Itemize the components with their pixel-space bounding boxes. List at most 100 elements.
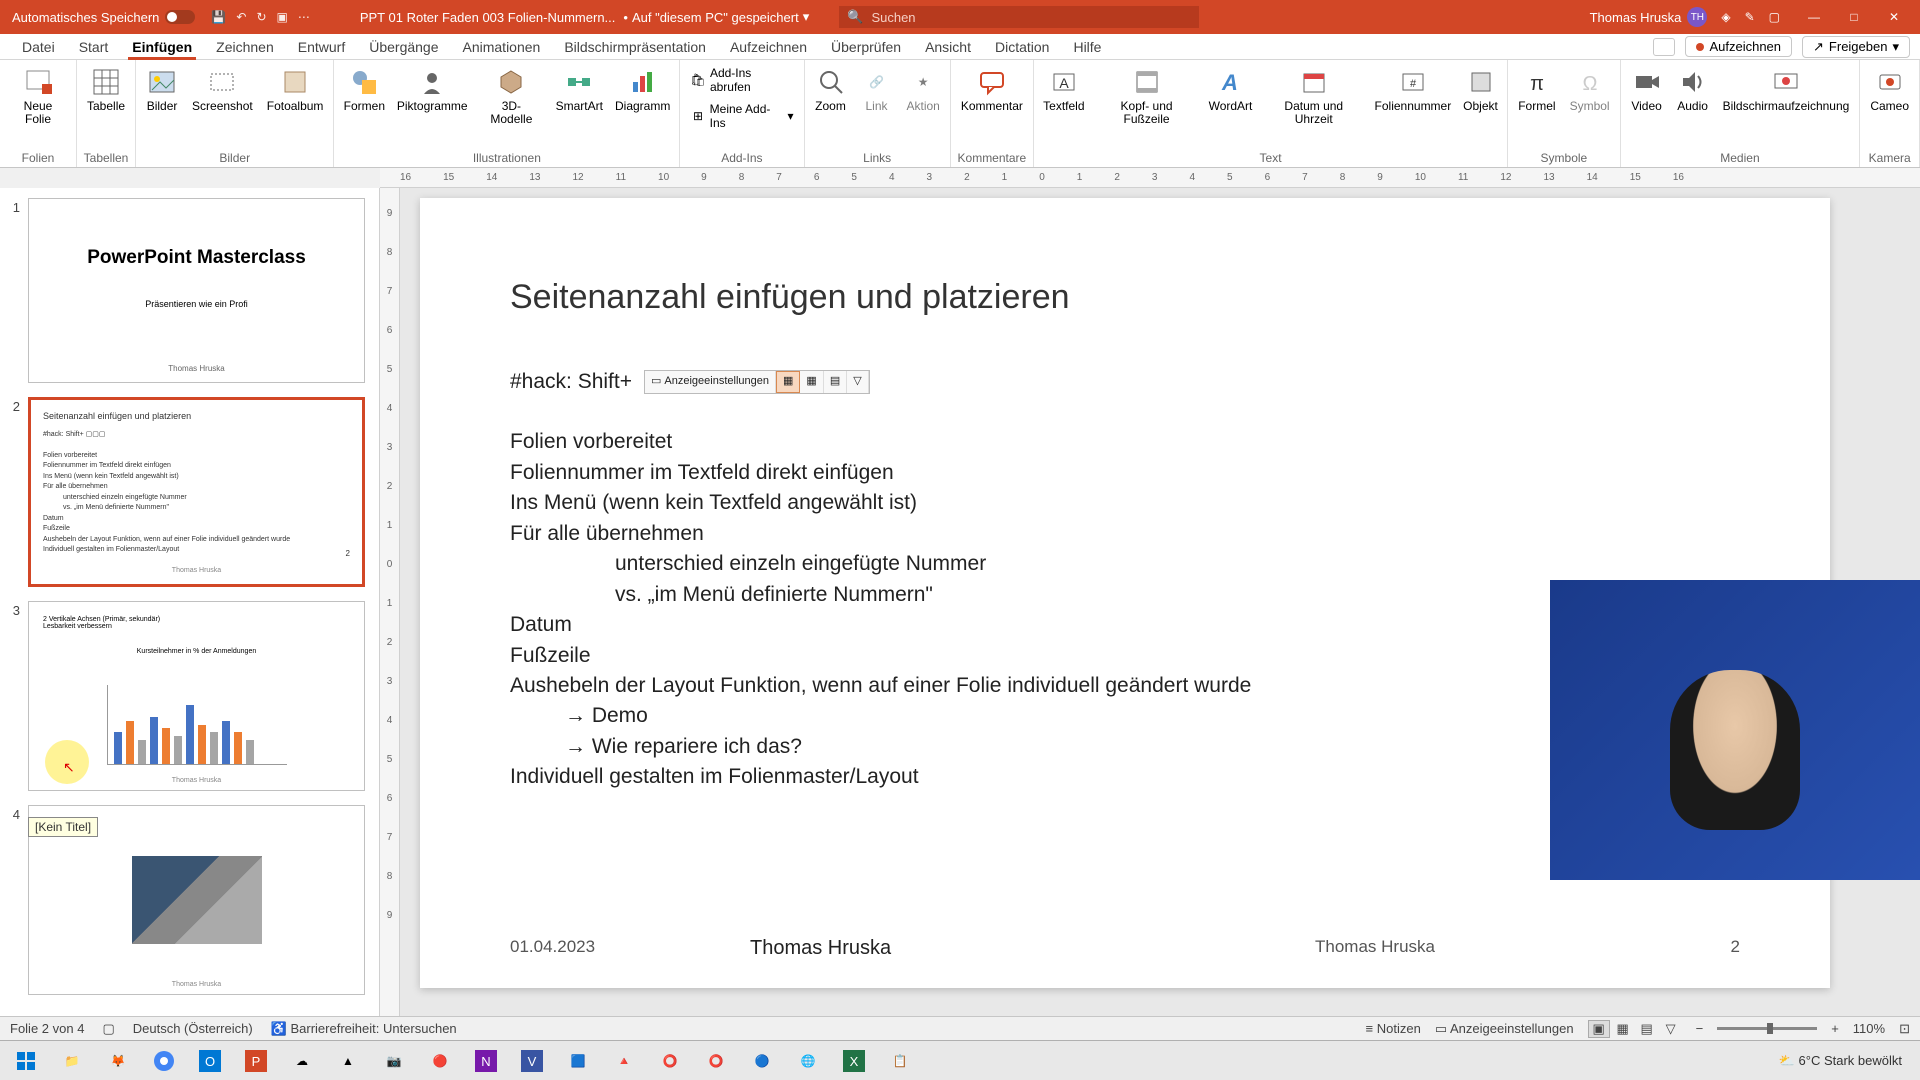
slide-thumbnails-panel[interactable]: 1 PowerPoint Masterclass Präsentieren wi… [0, 188, 380, 1016]
tab-dictation[interactable]: Dictation [983, 34, 1061, 60]
accessibility-status[interactable]: ♿ Barrierefreiheit: Untersuchen [271, 1021, 457, 1037]
formen-button[interactable]: Formen [340, 64, 388, 115]
slideshow-view-button[interactable]: ▽ [1660, 1020, 1682, 1038]
mt-view1-button[interactable]: ▦ [776, 371, 800, 393]
diagramm-button[interactable]: Diagramm [612, 64, 673, 115]
kommentar-button[interactable]: Kommentar [957, 64, 1027, 115]
app9-icon[interactable]: 📋 [880, 1044, 920, 1078]
objekt-button[interactable]: Objekt [1460, 64, 1501, 115]
taskbar[interactable]: 📁 🦊 O P ☁ ▲ 📷 🔴 N V 🟦 🔺 ⭕ ⭕ 🔵 🌐 X 📋 ⛅ 6°… [0, 1040, 1920, 1080]
reading-view-button[interactable]: ▤ [1636, 1020, 1658, 1038]
tab-datei[interactable]: Datei [10, 34, 67, 60]
app3-icon[interactable]: 🔴 [420, 1044, 460, 1078]
window-mode-icon[interactable]: ▢ [1769, 10, 1780, 24]
app2-icon[interactable]: 📷 [374, 1044, 414, 1078]
bildschirmaufzeichnung-button[interactable]: Bildschirmaufzeichnung [1719, 64, 1854, 115]
diamond-icon[interactable]: ◈ [1721, 10, 1730, 24]
outlook-icon[interactable]: O [190, 1044, 230, 1078]
notes-button[interactable]: ≡ Notizen [1366, 1021, 1421, 1036]
foliennummer-button[interactable]: #Foliennummer [1372, 64, 1454, 115]
mt-view2-button[interactable]: ▦ [800, 371, 823, 393]
cameo-button[interactable]: Cameo [1866, 64, 1913, 115]
redo-icon[interactable]: ↻ [256, 10, 266, 24]
mt-anzeige-button[interactable]: ▭Anzeigeeinstellungen [645, 371, 776, 393]
screenshot-button[interactable]: Screenshot [188, 64, 257, 115]
tab-aufzeichnen[interactable]: Aufzeichnen [718, 34, 819, 60]
accessibility-icon[interactable]: ▢ [102, 1021, 114, 1037]
weather-widget[interactable]: ⛅ 6°C Stark bewölkt [1779, 1053, 1902, 1069]
app6-icon[interactable]: ⭕ [650, 1044, 690, 1078]
zoom-in-button[interactable]: + [1831, 1021, 1839, 1036]
mt-view4-button[interactable]: ▽ [847, 371, 868, 393]
edge-icon[interactable]: 🌐 [788, 1044, 828, 1078]
slide-title[interactable]: Seitenanzahl einfügen und platzieren [510, 278, 1740, 317]
more-icon[interactable]: ⋯ [298, 10, 310, 24]
language-status[interactable]: Deutsch (Österreich) [133, 1021, 253, 1036]
app5-icon[interactable]: 🔺 [604, 1044, 644, 1078]
chrome-icon[interactable] [144, 1044, 184, 1078]
bilder-button[interactable]: Bilder [142, 64, 182, 115]
comments-icon[interactable] [1653, 38, 1675, 56]
explorer-icon[interactable]: 📁 [52, 1044, 92, 1078]
freigeben-button[interactable]: ↗Freigeben▾ [1802, 36, 1910, 58]
tab-animationen[interactable]: Animationen [451, 34, 553, 60]
tab-zeichnen[interactable]: Zeichnen [204, 34, 286, 60]
wordart-button[interactable]: AWordArt [1205, 64, 1255, 115]
piktogramme-button[interactable]: Piktogramme [394, 64, 470, 115]
tabelle-button[interactable]: Tabelle [83, 64, 129, 115]
datum-uhrzeit-button[interactable]: Datum und Uhrzeit [1262, 64, 1366, 128]
formel-button[interactable]: πFormel [1514, 64, 1559, 115]
excel-icon[interactable]: X [834, 1044, 874, 1078]
save-location[interactable]: •Auf "diesem PC" gespeichert▾ [623, 9, 809, 25]
normal-view-button[interactable]: ▣ [1588, 1020, 1610, 1038]
tab-einfuegen[interactable]: Einfügen [120, 34, 204, 60]
mt-view3-button[interactable]: ▤ [824, 371, 847, 393]
zoom-level[interactable]: 110% [1853, 1021, 1885, 1036]
document-title[interactable]: PPT 01 Roter Faden 003 Folien-Nummern... [360, 10, 616, 25]
upload-icon[interactable]: ✎ [1745, 10, 1755, 24]
3d-modelle-button[interactable]: 3D- Modelle [476, 64, 546, 128]
meine-addins-button[interactable]: ⊞Meine Add-Ins▾ [686, 100, 797, 132]
fotoalbum-button[interactable]: Fotoalbum [263, 64, 328, 115]
neue-folie-button[interactable]: Neue Folie [6, 64, 70, 128]
toggle-switch-icon[interactable] [165, 10, 195, 24]
app-icon[interactable]: ☁ [282, 1044, 322, 1078]
zoom-slider[interactable] [1717, 1027, 1817, 1030]
minimize-button[interactable]: — [1794, 7, 1834, 27]
textfeld-button[interactable]: ATextfeld [1040, 64, 1088, 115]
powerpoint-icon[interactable]: P [236, 1044, 276, 1078]
tab-bildschirmpraesentation[interactable]: Bildschirmpräsentation [552, 34, 718, 60]
vlc-icon[interactable]: ▲ [328, 1044, 368, 1078]
visio-icon[interactable]: V [512, 1044, 552, 1078]
firefox-icon[interactable]: 🦊 [98, 1044, 138, 1078]
search-input[interactable]: 🔍 Suchen [839, 6, 1199, 28]
user-account[interactable]: Thomas Hruska TH [1590, 7, 1708, 27]
audio-button[interactable]: Audio [1673, 64, 1713, 115]
tab-uebergaenge[interactable]: Übergänge [357, 34, 450, 60]
aufzeichnen-button[interactable]: Aufzeichnen [1685, 36, 1792, 57]
tab-start[interactable]: Start [67, 34, 121, 60]
start-menu-button[interactable] [6, 1044, 46, 1078]
tab-hilfe[interactable]: Hilfe [1061, 34, 1113, 60]
smartart-button[interactable]: SmartArt [552, 64, 606, 115]
video-button[interactable]: Video [1627, 64, 1667, 115]
slide-thumbnail-3[interactable]: 2 Vertikale Achsen (Primär, sekundär)Les… [28, 601, 365, 791]
tab-ansicht[interactable]: Ansicht [913, 34, 983, 60]
slide-thumbnail-2[interactable]: Seitenanzahl einfügen und platzieren #ha… [28, 397, 365, 587]
app7-icon[interactable]: ⭕ [696, 1044, 736, 1078]
close-button[interactable]: ✕ [1874, 7, 1914, 27]
undo-icon[interactable]: ↶ [236, 10, 246, 24]
tab-entwurf[interactable]: Entwurf [286, 34, 357, 60]
kopf-fusszeile-button[interactable]: Kopf- und Fußzeile [1094, 64, 1200, 128]
zoom-out-button[interactable]: − [1696, 1021, 1704, 1036]
tab-ueberpruefen[interactable]: Überprüfen [819, 34, 913, 60]
zoom-button[interactable]: Zoom [811, 64, 851, 115]
app8-icon[interactable]: 🔵 [742, 1044, 782, 1078]
save-icon[interactable]: 💾 [211, 10, 226, 24]
slide-thumbnail-1[interactable]: PowerPoint Masterclass Präsentieren wie … [28, 198, 365, 383]
fit-button[interactable]: ⊡ [1899, 1021, 1910, 1037]
app4-icon[interactable]: 🟦 [558, 1044, 598, 1078]
display-settings-button[interactable]: ▭ Anzeigeeinstellungen [1435, 1021, 1574, 1037]
sorter-view-button[interactable]: ▦ [1612, 1020, 1634, 1038]
onenote-icon[interactable]: N [466, 1044, 506, 1078]
